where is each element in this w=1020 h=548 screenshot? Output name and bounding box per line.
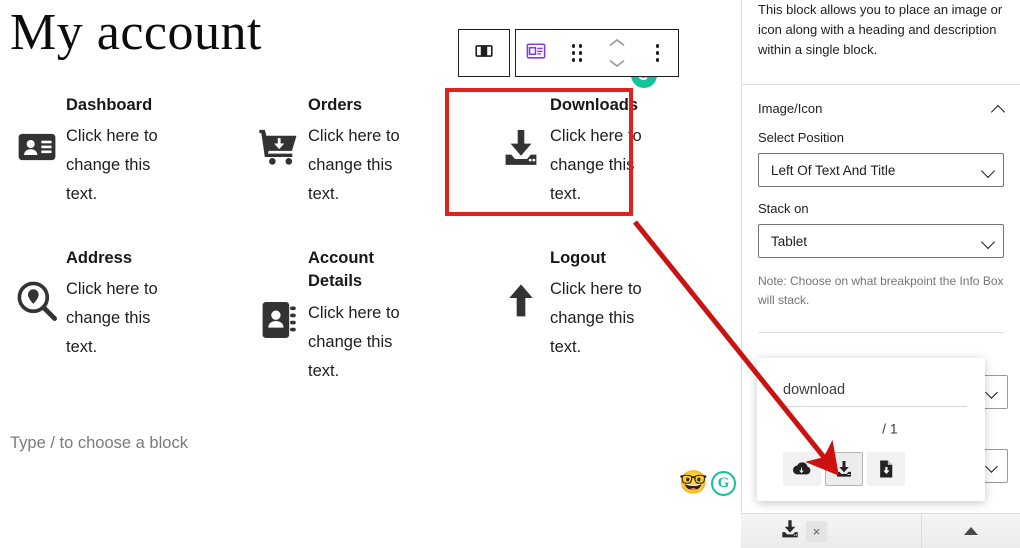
info-box-text: Click here to change this text. <box>66 280 158 357</box>
block-type-button[interactable] <box>516 30 557 76</box>
selected-icon-bar: × <box>741 513 1020 548</box>
grammarly-icon[interactable]: G <box>711 471 736 496</box>
info-box-card-account-details[interactable]: Account Details Click here to change thi… <box>242 241 484 393</box>
info-box-heading: Dashboard <box>66 96 153 114</box>
info-box-block-icon <box>525 40 547 67</box>
chevron-down-icon <box>985 386 998 399</box>
icon-results-list <box>783 452 905 486</box>
move-updown-button[interactable] <box>597 30 636 76</box>
info-box-row: Dashboard Click here to change this text… <box>0 88 741 217</box>
arrow-up-icon <box>492 247 550 321</box>
icon-picker-popup: / 1 <box>757 358 985 501</box>
shopping-cart-download-icon <box>250 94 308 168</box>
drag-dots-icon <box>571 44 583 62</box>
select-position-label: Select Position <box>758 130 844 146</box>
info-box-text: Click here to change this text. <box>550 127 642 204</box>
page-number-input[interactable] <box>844 420 878 440</box>
info-box-heading: Logout <box>550 249 606 268</box>
info-box-row: Address Click here to change this text. … <box>0 241 741 393</box>
chevron-down-icon <box>980 164 996 179</box>
info-box-card-downloads[interactable]: Downloads Click here to change this text… <box>484 88 726 217</box>
panel-title: Image/Icon <box>758 101 823 117</box>
page-title: My account <box>10 4 262 61</box>
download-tray-icon[interactable] <box>825 452 863 486</box>
chevron-down-icon <box>985 460 998 473</box>
chevron-up-icon[interactable] <box>992 103 1004 115</box>
triangle-up-icon <box>964 527 978 535</box>
stack-on-dropdown[interactable]: Tablet <box>758 224 1004 259</box>
field-stack-on: Stack on Tablet <box>742 201 1020 272</box>
clear-icon-button[interactable]: × <box>806 520 827 542</box>
select-position-dropdown[interactable]: Left Of Text And Title <box>758 153 1004 188</box>
address-book-icon <box>250 247 308 341</box>
block-appender-placeholder[interactable]: Type / to choose a block <box>10 430 188 456</box>
stack-on-label: Stack on <box>758 201 809 217</box>
download-tray-icon <box>492 94 550 170</box>
field-select-position: Select Position Left Of Text And Title <box>742 130 1020 201</box>
icon-picker-pagination: / 1 <box>757 420 985 440</box>
page-total-label: / 1 <box>882 420 898 437</box>
id-card-icon <box>8 94 66 168</box>
file-download-icon[interactable] <box>867 452 905 486</box>
toolbar-parent-block-group <box>458 29 510 77</box>
drag-handle[interactable] <box>557 30 598 76</box>
info-box-heading: Address <box>66 249 133 268</box>
sidebar-divider <box>758 331 1004 333</box>
download-tray-icon[interactable] <box>779 518 801 545</box>
panel-header-image-icon[interactable]: Image/Icon <box>742 85 1020 130</box>
parent-block-icon <box>473 40 495 67</box>
more-options-button[interactable] <box>637 30 678 76</box>
chevron-down-icon <box>980 235 996 250</box>
info-box-grid: Dashboard Click here to change this text… <box>0 88 741 394</box>
editor-canvas: My account Dashboard Click here to chang… <box>0 0 741 548</box>
three-dots-vertical-icon <box>655 44 660 62</box>
selected-icon-group: × <box>741 518 921 545</box>
location-search-icon <box>8 247 66 323</box>
info-box-card-logout[interactable]: Logout Click here to change this text. <box>484 241 726 393</box>
stack-on-value: Tablet <box>771 233 808 249</box>
info-box-text: Click here to change this text. <box>550 280 642 357</box>
cloud-download-icon[interactable] <box>783 452 821 486</box>
chevron-down-icon <box>609 55 625 73</box>
parent-block-button[interactable] <box>460 30 508 76</box>
info-box-card-orders[interactable]: Orders Click here to change this text. <box>242 88 484 217</box>
block-description-text: This block allows you to place an image … <box>758 2 1003 58</box>
info-box-heading: Downloads <box>550 96 639 114</box>
icon-search-input[interactable] <box>783 382 967 407</box>
collapse-panel-button[interactable] <box>921 514 1020 548</box>
chevron-up-icon <box>609 34 625 52</box>
info-box-card-address[interactable]: Address Click here to change this text. <box>0 241 242 393</box>
info-box-card-dashboard[interactable]: Dashboard Click here to change this text… <box>0 88 242 217</box>
info-box-text: Click here to change this text. <box>308 303 400 380</box>
info-box-text: Click here to change this text. <box>66 127 158 204</box>
emoji-badge: 🤓 <box>679 469 708 495</box>
stack-on-note: Note: Choose on what breakpoint the Info… <box>758 274 1004 308</box>
select-position-value: Left Of Text And Title <box>771 162 896 178</box>
block-description: This block allows you to place an image … <box>742 0 1020 60</box>
toolbar-main-group <box>515 29 679 77</box>
info-box-text: Click here to change this text. <box>308 127 400 204</box>
info-box-heading: Orders <box>308 96 363 114</box>
info-box-heading: Account Details <box>308 249 374 291</box>
